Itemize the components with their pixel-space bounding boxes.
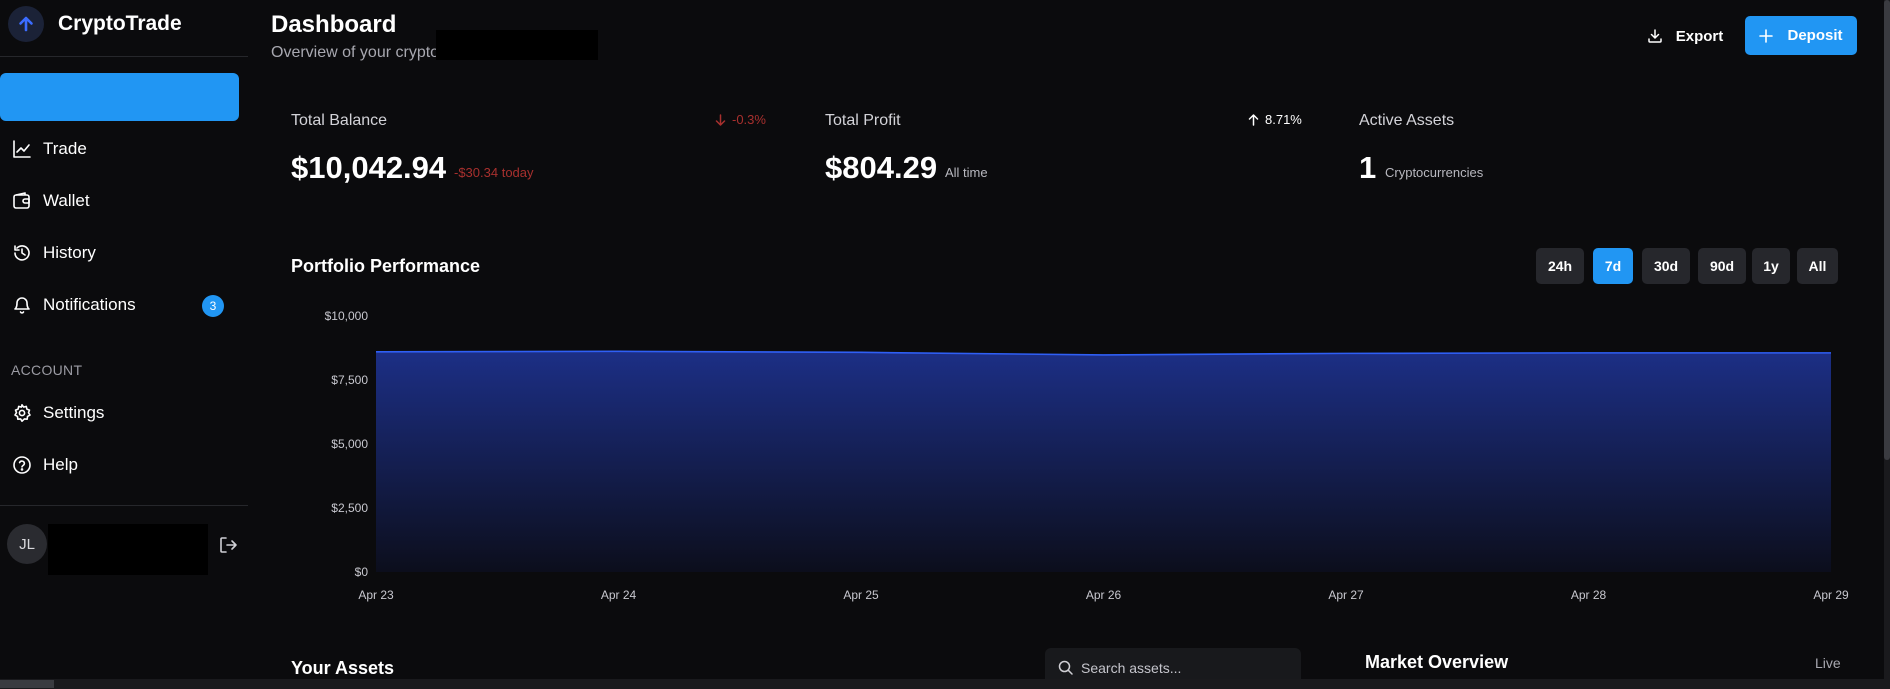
x-tick-label: Apr 23 bbox=[358, 588, 394, 602]
wallet-icon bbox=[12, 191, 32, 211]
notification-badge: 3 bbox=[202, 295, 224, 317]
range-button-all[interactable]: All bbox=[1797, 248, 1838, 284]
gear-icon bbox=[12, 403, 32, 423]
sidebar-item-dashboard[interactable] bbox=[0, 73, 239, 121]
arrow-down-icon bbox=[715, 113, 726, 126]
sidebar-item-label: Notifications bbox=[43, 295, 136, 314]
x-tick-label: Apr 26 bbox=[1086, 588, 1122, 602]
user-profile: JL bbox=[7, 524, 239, 575]
range-button-24h[interactable]: 24h bbox=[1536, 248, 1584, 284]
stat-value: $804.29 bbox=[825, 150, 938, 185]
y-tick-label: $7,500 bbox=[331, 373, 368, 387]
account-section-label: ACCOUNT bbox=[11, 362, 83, 378]
redacted-subtitle bbox=[436, 30, 598, 60]
brand-name: CryptoTrade bbox=[58, 12, 182, 35]
sidebar-item-settings[interactable]: Settings bbox=[12, 396, 234, 430]
sidebar-item-label: Trade bbox=[43, 139, 87, 158]
stat-value: 1 bbox=[1359, 150, 1377, 185]
page-title: Dashboard bbox=[271, 11, 397, 38]
sidebar-divider bbox=[0, 505, 248, 506]
brand[interactable]: CryptoTrade bbox=[8, 4, 182, 44]
download-icon bbox=[1647, 29, 1662, 43]
vertical-scrollbar[interactable] bbox=[1884, 0, 1890, 679]
sidebar-item-trade[interactable]: Trade bbox=[12, 132, 234, 166]
sidebar-item-history[interactable]: History bbox=[12, 236, 234, 270]
sidebar-item-wallet[interactable]: Wallet bbox=[12, 184, 234, 218]
x-tick-label: Apr 28 bbox=[1571, 588, 1607, 602]
bell-icon bbox=[12, 295, 32, 315]
live-status: Live bbox=[1815, 655, 1841, 671]
sidebar: CryptoTrade Trade Wallet History Notific… bbox=[0, 0, 248, 679]
vertical-scrollbar-thumb[interactable] bbox=[1884, 0, 1890, 460]
stat-change: -0.3% bbox=[715, 112, 766, 127]
horizontal-scrollbar[interactable] bbox=[0, 679, 1890, 689]
range-button-1y[interactable]: 1y bbox=[1752, 248, 1790, 284]
chart-title: Portfolio Performance bbox=[291, 256, 481, 276]
stat-change: 8.71% bbox=[1248, 112, 1302, 127]
sidebar-divider bbox=[0, 56, 248, 57]
series-area bbox=[376, 351, 1831, 572]
y-tick-label: $5,000 bbox=[331, 437, 368, 451]
plus-icon bbox=[1759, 28, 1774, 43]
x-tick-label: Apr 24 bbox=[601, 588, 637, 602]
market-overview-title: Market Overview bbox=[1365, 652, 1509, 672]
sidebar-item-label: Help bbox=[43, 455, 78, 474]
redacted-user-name bbox=[48, 524, 208, 575]
stat-sub: All time bbox=[945, 165, 988, 180]
portfolio-chart: $0 $2,500 $5,000 $7,500 $10,000 Apr 23 Apr 24 A… bbox=[325, 309, 1849, 602]
x-tick-label: Apr 29 bbox=[1813, 588, 1849, 602]
horizontal-scrollbar-thumb[interactable] bbox=[0, 680, 54, 688]
total-profit-card: Total Profit 8.71% $804.29 All time bbox=[825, 108, 1305, 188]
deposit-label: Deposit bbox=[1787, 27, 1843, 44]
stat-change-value: -0.3% bbox=[732, 112, 766, 127]
range-button-7d[interactable]: 7d bbox=[1593, 248, 1633, 284]
y-tick-label: $0 bbox=[355, 565, 369, 579]
help-circle-icon bbox=[12, 455, 32, 475]
stat-change-value: 8.71% bbox=[1265, 112, 1302, 127]
arrow-up-icon bbox=[8, 6, 44, 42]
y-tick-label: $10,000 bbox=[325, 309, 369, 323]
deposit-button[interactable]: Deposit bbox=[1745, 16, 1857, 55]
stat-label: Active Assets bbox=[1359, 112, 1455, 129]
sidebar-item-label: Wallet bbox=[43, 191, 90, 210]
page-subtitle: Overview of your crypto bbox=[271, 44, 440, 61]
line-chart-icon bbox=[12, 139, 32, 159]
stat-sub: Cryptocurrencies bbox=[1385, 165, 1484, 180]
stat-label: Total Profit bbox=[825, 112, 901, 129]
export-button[interactable]: Export bbox=[1638, 16, 1732, 56]
logout-icon[interactable] bbox=[217, 534, 239, 556]
active-assets-card: Active Assets 1 Cryptocurrencies bbox=[1359, 108, 1839, 188]
sidebar-item-label: History bbox=[43, 243, 96, 262]
total-balance-card: Total Balance -0.3% $10,042.94 -$30.34 t… bbox=[291, 108, 771, 188]
arrow-up-icon bbox=[1248, 113, 1259, 126]
x-tick-label: Apr 27 bbox=[1328, 588, 1364, 602]
sidebar-item-label: Settings bbox=[43, 403, 105, 422]
search-icon bbox=[1058, 660, 1073, 680]
sidebar-item-notifications[interactable]: Notifications 3 bbox=[12, 288, 234, 322]
export-label: Export bbox=[1675, 27, 1724, 45]
search-input[interactable] bbox=[1081, 657, 1281, 679]
range-button-30d[interactable]: 30d bbox=[1642, 248, 1690, 284]
x-tick-label: Apr 25 bbox=[843, 588, 879, 602]
sidebar-item-help[interactable]: Help bbox=[12, 448, 234, 482]
range-button-90d[interactable]: 90d bbox=[1698, 248, 1746, 284]
stat-label: Total Balance bbox=[291, 112, 388, 129]
your-assets-title: Your Assets bbox=[291, 658, 395, 678]
y-tick-label: $2,500 bbox=[331, 501, 368, 515]
stat-sub: -$30.34 today bbox=[454, 165, 534, 180]
history-icon bbox=[12, 243, 32, 263]
avatar[interactable]: JL bbox=[7, 524, 47, 564]
stat-value: $10,042.94 bbox=[291, 150, 447, 185]
